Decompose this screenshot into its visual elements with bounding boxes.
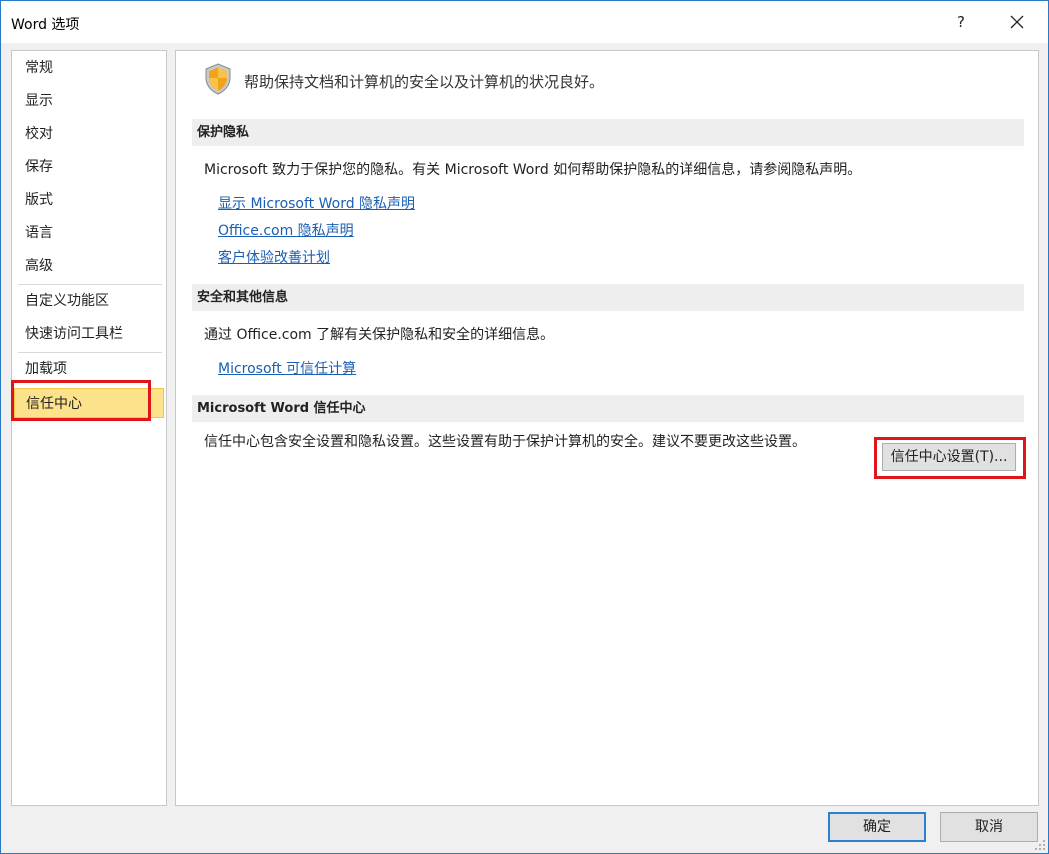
- privacy-description: Microsoft 致力于保护您的隐私。有关 Microsoft Word 如何…: [204, 162, 862, 178]
- security-description: 通过 Office.com 了解有关保护隐私和安全的详细信息。: [204, 327, 555, 343]
- section-header-privacy: 保护隐私: [192, 119, 1024, 146]
- ok-button[interactable]: 确定: [828, 812, 926, 842]
- sidebar-item-general[interactable]: 常规: [12, 53, 166, 83]
- trust-center-settings-button[interactable]: 信任中心设置(T)...: [882, 443, 1016, 471]
- link-trustworthy-computing[interactable]: Microsoft 可信任计算: [218, 358, 356, 378]
- close-button[interactable]: [1001, 7, 1033, 37]
- section-header-trust-center: Microsoft Word 信任中心: [192, 395, 1024, 422]
- link-customer-experience-program[interactable]: 客户体验改善计划: [218, 247, 330, 267]
- sidebar-item-quick-access-toolbar[interactable]: 快速访问工具栏: [12, 319, 166, 349]
- sidebar-item-save[interactable]: 保存: [12, 152, 166, 182]
- cancel-button[interactable]: 取消: [940, 812, 1038, 842]
- page-header-text: 帮助保持文档和计算机的安全以及计算机的状况良好。: [244, 73, 605, 91]
- sidebar-item-advanced[interactable]: 高级: [12, 251, 166, 281]
- link-office-privacy-statement[interactable]: Office.com 隐私声明: [218, 220, 354, 240]
- sidebar-item-display[interactable]: 显示: [12, 86, 166, 116]
- options-sidebar: 常规 显示 校对 保存 版式 语言 高级 自定义功能区 快速访问工具栏 加载项 …: [11, 50, 167, 806]
- link-word-privacy-statement[interactable]: 显示 Microsoft Word 隐私声明: [218, 193, 415, 213]
- sidebar-item-customize-ribbon[interactable]: 自定义功能区: [12, 286, 166, 316]
- dialog-title: Word 选项: [11, 17, 80, 33]
- help-button[interactable]: ?: [951, 9, 971, 35]
- title-bar: Word 选项 ?: [1, 1, 1048, 43]
- sidebar-divider: [18, 284, 162, 285]
- sidebar-item-layout[interactable]: 版式: [12, 185, 166, 215]
- sidebar-item-proofing[interactable]: 校对: [12, 119, 166, 149]
- sidebar-divider: [18, 352, 162, 353]
- trust-center-panel: 帮助保持文档和计算机的安全以及计算机的状况良好。 保护隐私 Microsoft …: [175, 50, 1039, 806]
- close-icon: [1010, 15, 1024, 29]
- sidebar-item-trust-center[interactable]: 信任中心: [14, 388, 164, 418]
- resize-grip-icon[interactable]: [1034, 839, 1046, 851]
- sidebar-item-add-ins[interactable]: 加载项: [12, 354, 166, 384]
- word-options-dialog: Word 选项 ? 常规 显示 校对 保存 版式 语言 高级 自定义功能区 快速…: [0, 0, 1049, 854]
- section-header-security: 安全和其他信息: [192, 284, 1024, 311]
- trust-center-description: 信任中心包含安全设置和隐私设置。这些设置有助于保护计算机的安全。建议不要更改这些…: [204, 434, 806, 450]
- sidebar-item-language[interactable]: 语言: [12, 218, 166, 248]
- shield-icon: [205, 63, 231, 95]
